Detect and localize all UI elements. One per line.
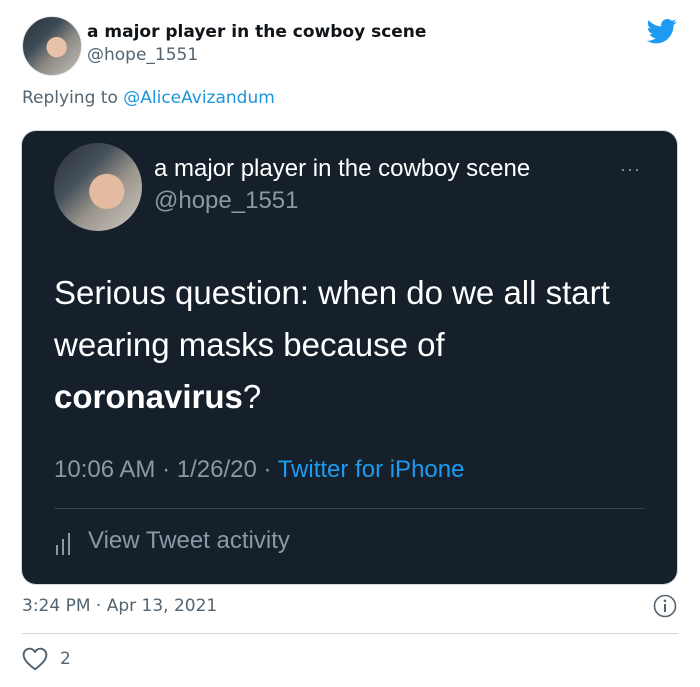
more-options-icon: ··· xyxy=(620,159,641,179)
tweet-text-part1: Serious question: when do we all start w… xyxy=(54,274,610,363)
view-activity-label: View Tweet activity xyxy=(88,527,290,554)
like-count: 2 xyxy=(60,649,71,669)
replying-to: Replying to @AliceAvizandum xyxy=(22,88,275,108)
replying-mention-link[interactable]: @AliceAvizandum xyxy=(123,88,275,108)
author-name[interactable]: a major player in the cowboy scene xyxy=(87,22,426,42)
embedded-tweet-text: Serious question: when do we all start w… xyxy=(54,267,644,423)
twitter-bird-icon[interactable] xyxy=(645,16,679,46)
embedded-avatar xyxy=(54,143,142,231)
activity-chart-icon xyxy=(56,533,70,555)
embedded-author-name: a major player in the cowboy scene xyxy=(154,155,531,182)
replying-prefix: Replying to xyxy=(22,88,124,108)
embedded-meta: 10:06 AM · 1/26/20 · Twitter for iPhone xyxy=(54,456,464,484)
author-handle[interactable]: @hope_1551 xyxy=(87,45,198,65)
author-avatar[interactable] xyxy=(22,16,82,76)
embedded-time-date: 10:06 AM · 1/26/20 · xyxy=(54,456,278,483)
heart-icon[interactable] xyxy=(22,647,48,671)
tweet-timestamp[interactable]: 3:24 PM · Apr 13, 2021 xyxy=(22,596,217,616)
footer-divider xyxy=(22,633,678,634)
info-icon[interactable] xyxy=(653,594,677,618)
embedded-source: Twitter for iPhone xyxy=(277,456,465,483)
tweet-text-bold: coronavirus xyxy=(54,378,243,415)
embedded-author-handle: @hope_1551 xyxy=(154,187,299,214)
embedded-tweet-screenshot[interactable]: a major player in the cowboy scene @hope… xyxy=(22,131,677,584)
tweet-text-part2: ? xyxy=(242,378,262,415)
embedded-divider xyxy=(54,508,644,509)
